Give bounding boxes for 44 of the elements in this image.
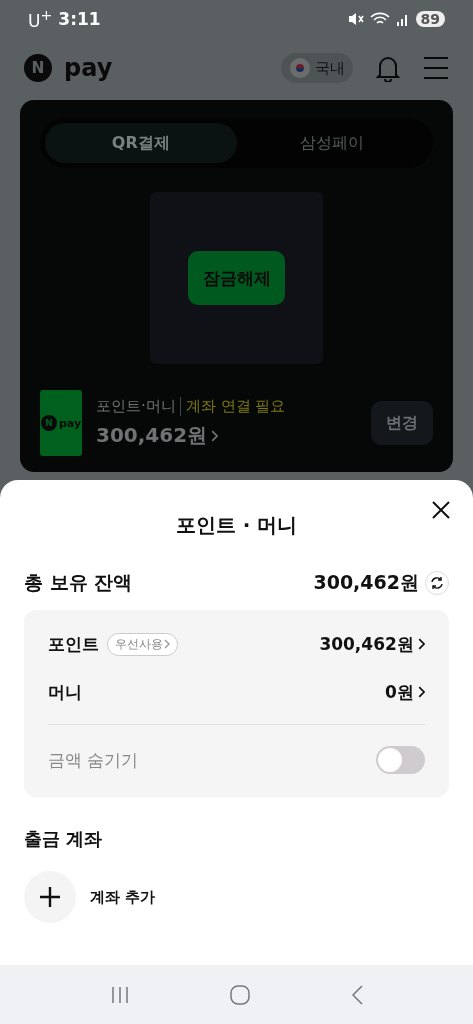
close-icon bbox=[431, 500, 451, 520]
battery-level: 89 bbox=[415, 11, 445, 27]
method-name: 포인트·머니 bbox=[96, 397, 176, 416]
carrier-label: U$^{+}$ bbox=[28, 7, 53, 31]
region-button[interactable]: 국내 bbox=[281, 53, 353, 83]
balance-amount[interactable]: 0원 bbox=[384, 680, 425, 704]
logo-mark: N bbox=[40, 415, 57, 431]
signal-icon bbox=[395, 12, 410, 26]
balance-amount[interactable]: 300,462원 bbox=[319, 632, 425, 656]
chevron-right-icon bbox=[417, 686, 425, 698]
menu-icon[interactable] bbox=[423, 56, 449, 80]
balance-label: 머니 bbox=[48, 680, 82, 704]
priority-badge[interactable]: 우선사용 bbox=[107, 632, 178, 656]
sheet-title: 포인트 · 머니 bbox=[175, 511, 298, 539]
flag-icon bbox=[289, 57, 311, 79]
logo-text: pay bbox=[64, 54, 113, 82]
section-title: 출금 계좌 bbox=[24, 827, 104, 851]
home-icon bbox=[228, 983, 251, 1006]
bell-icon[interactable] bbox=[375, 54, 401, 82]
recent-apps-icon bbox=[109, 985, 130, 1004]
payment-tab[interactable]: QR결제 bbox=[45, 123, 237, 163]
balance-label: 포인트 bbox=[48, 632, 99, 656]
payment-tab[interactable]: 삼성페이 bbox=[236, 123, 428, 163]
logo-text: pay bbox=[58, 416, 82, 430]
method-amount[interactable]: 300,462원 bbox=[96, 422, 208, 449]
chevron-right-icon bbox=[417, 638, 425, 650]
add-account-button[interactable]: 계좌 추가 bbox=[24, 871, 449, 923]
hide-amount-toggle[interactable] bbox=[376, 746, 425, 774]
hide-amount-label: 금액 숨기기 bbox=[48, 748, 139, 772]
change-button[interactable]: 변경 bbox=[371, 401, 433, 445]
total-label: 총 보유 잔액 bbox=[24, 570, 133, 595]
chevron-right-icon bbox=[164, 639, 170, 649]
refresh-button[interactable] bbox=[425, 571, 449, 595]
back-icon bbox=[349, 984, 364, 1005]
total-amount: 300,462원 bbox=[313, 570, 419, 595]
unlock-button[interactable]: 잠금해제 bbox=[188, 251, 285, 305]
refresh-icon bbox=[430, 576, 444, 590]
mute-icon bbox=[347, 12, 364, 26]
chevron-right-icon bbox=[211, 429, 219, 442]
wifi-icon bbox=[369, 12, 390, 26]
logo-mark: N bbox=[24, 54, 52, 82]
clock-time: 3:11 bbox=[58, 9, 101, 29]
notice-text: 계좌 연결 필요 bbox=[179, 397, 286, 416]
plus-icon bbox=[39, 886, 61, 908]
